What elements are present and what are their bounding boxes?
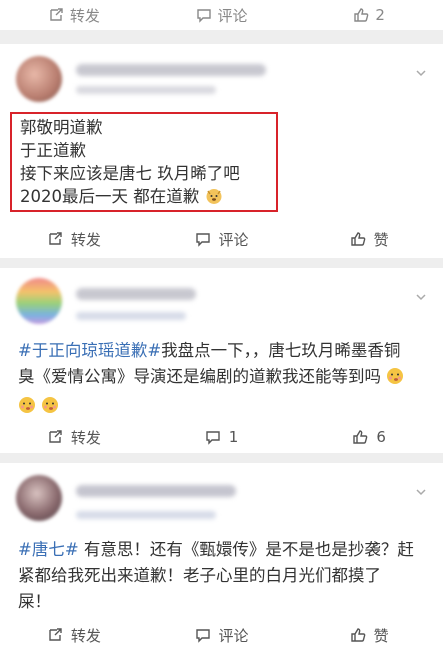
post-text: 有意思！还有《甄嬛传》是不是也是抄袭？赶 xyxy=(78,540,414,559)
thumbs-up-icon xyxy=(352,429,368,445)
repost-icon xyxy=(47,231,63,247)
post-actionbar: 转发 评论 赞 xyxy=(0,618,443,652)
comment-icon xyxy=(196,7,212,23)
thinking-emoji-icon xyxy=(386,367,404,393)
repost-label: 转发 xyxy=(70,428,101,447)
post-header xyxy=(0,268,443,332)
thumbs-up-icon xyxy=(350,627,366,643)
avatar[interactable] xyxy=(16,475,62,521)
repost-label: 转发 xyxy=(70,626,101,645)
post-content: #唐七# 有意思！还有《甄嬛传》是不是也是抄袭？赶 紧都给我死出来道歉！老子心里… xyxy=(18,537,435,615)
username-blurred xyxy=(76,485,236,497)
comment-icon xyxy=(195,627,211,643)
post-content: #于正向琼瑶道歉#我盘点一下，，唐七玖月晞墨香铜 臭《爱情公寓》导演还是编剧的道… xyxy=(18,338,435,422)
meta-blurred xyxy=(76,511,216,519)
chevron-down-icon[interactable] xyxy=(415,288,427,301)
post-line: #唐七# 有意思！还有《甄嬛传》是不是也是抄袭？赶 xyxy=(18,537,435,563)
post-line: #于正向琼瑶道歉#我盘点一下，，唐七玖月晞墨香铜 xyxy=(18,338,435,364)
chevron-down-icon[interactable] xyxy=(415,483,427,496)
comment-button[interactable]: 评论 xyxy=(148,222,296,256)
repost-button[interactable]: 转发 xyxy=(0,618,148,652)
comment-count: 1 xyxy=(228,428,239,446)
topic-link[interactable]: #于正向琼瑶道歉# xyxy=(18,341,161,360)
meta-blurred xyxy=(76,86,216,94)
repost-icon xyxy=(48,7,64,23)
like-button[interactable]: 6 xyxy=(295,420,443,454)
thinking-emoji-icon xyxy=(18,396,36,422)
like-label: 赞 xyxy=(373,626,389,645)
thumbs-up-icon xyxy=(353,7,369,23)
comment-button[interactable]: 评论 xyxy=(148,0,296,30)
post-line: 臭《爱情公寓》导演还是编剧的道歉我还能等到吗 xyxy=(18,364,435,393)
username-blurred xyxy=(76,64,266,76)
highlight-box xyxy=(10,112,278,212)
chevron-down-icon[interactable] xyxy=(415,64,427,77)
like-count: 6 xyxy=(376,428,386,446)
repost-button[interactable]: 转发 xyxy=(0,420,148,454)
repost-label: 转发 xyxy=(70,230,101,249)
avatar[interactable] xyxy=(16,56,62,102)
comment-icon xyxy=(205,429,221,445)
comment-button[interactable]: 评论 xyxy=(148,618,296,652)
post-line xyxy=(18,393,435,422)
post-card: #唐七# 有意思！还有《甄嬛传》是不是也是抄袭？赶 紧都给我死出来道歉！老子心里… xyxy=(0,463,443,652)
repost-label: 转发 xyxy=(69,6,100,25)
avatar[interactable] xyxy=(16,278,62,324)
like-button[interactable]: 2 xyxy=(295,0,443,30)
post-actionbar: 转发 1 6 xyxy=(0,420,443,454)
like-button[interactable]: 赞 xyxy=(295,618,443,652)
thinking-emoji-icon xyxy=(41,396,59,422)
repost-button[interactable]: 转发 xyxy=(0,222,148,256)
username-blurred xyxy=(76,288,196,300)
comment-label: 评论 xyxy=(218,230,249,249)
post-header xyxy=(0,463,443,527)
like-button[interactable]: 赞 xyxy=(295,222,443,256)
post-card: #于正向琼瑶道歉#我盘点一下，，唐七玖月晞墨香铜 臭《爱情公寓》导演还是编剧的道… xyxy=(0,268,443,453)
comment-icon xyxy=(195,231,211,247)
post-line: 屎！ xyxy=(18,592,51,611)
meta-blurred xyxy=(76,312,186,320)
post-header xyxy=(0,44,443,108)
post-text: 臭《爱情公寓》导演还是编剧的道歉我还能等到吗 xyxy=(18,367,381,386)
like-count: 2 xyxy=(375,6,385,24)
post-line: 紧都给我死出来道歉！老子心里的白月光们都摸了 xyxy=(18,566,381,585)
comment-label: 评论 xyxy=(217,6,248,25)
post-actionbar: 转发 评论 赞 xyxy=(0,222,443,256)
previous-post-actionbar: 转发 评论 2 xyxy=(0,0,443,30)
like-label: 赞 xyxy=(373,230,389,249)
repost-icon xyxy=(47,429,63,445)
repost-icon xyxy=(47,627,63,643)
post-text: 我盘点一下，，唐七玖月晞墨香铜 xyxy=(161,341,401,360)
comment-button[interactable]: 1 xyxy=(148,420,296,454)
repost-button[interactable]: 转发 xyxy=(0,0,148,30)
thumbs-up-icon xyxy=(350,231,366,247)
comment-label: 评论 xyxy=(218,626,249,645)
topic-link[interactable]: #唐七# xyxy=(18,540,79,559)
